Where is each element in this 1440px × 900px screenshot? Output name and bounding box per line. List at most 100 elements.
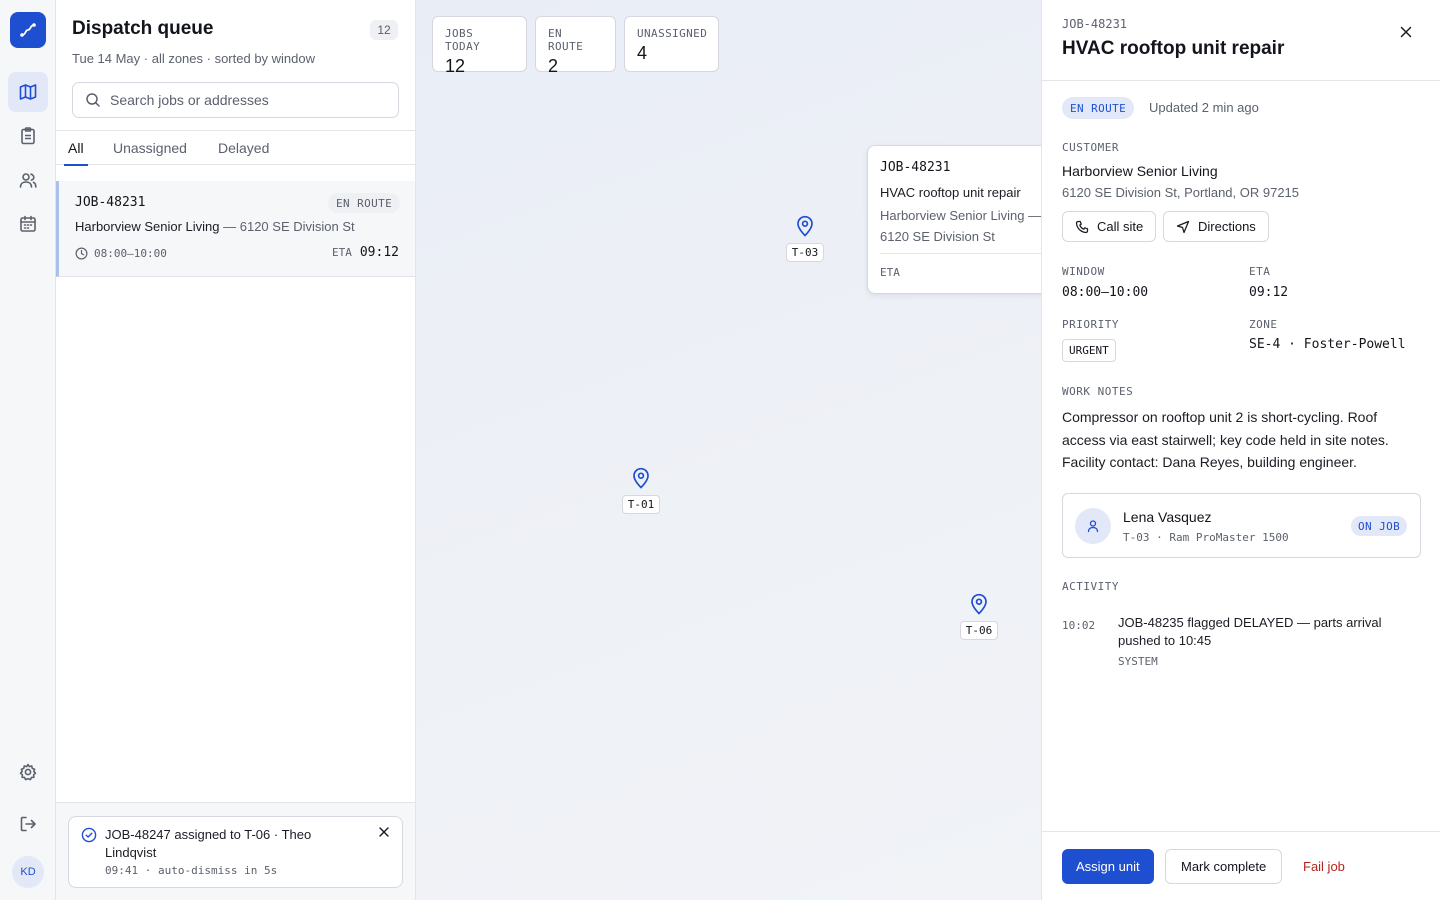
technician-name: Lena Vasquez: [1123, 509, 1212, 525]
toast-message: JOB-48247 assigned to T-06 · Theo Lindqv…: [105, 827, 312, 860]
map-icon: [19, 84, 37, 100]
technician-status-badge: ON JOB: [1351, 516, 1408, 536]
calendar-icon: [20, 215, 36, 232]
activity-text: JOB-48235 flagged DELAYED — parts arriva…: [1118, 615, 1382, 648]
map-pin-t03[interactable]: T-03: [784, 215, 826, 262]
search-icon: [86, 93, 100, 107]
popup-job-address: Harborview Senior Living — 6120 SE Divis…: [880, 208, 1041, 244]
phone-icon: [1075, 220, 1089, 233]
toast: JOB-48247 assigned to T-06 · Theo Lindqv…: [68, 816, 403, 888]
toast-region: JOB-48247 assigned to T-06 · Theo Lindqv…: [56, 802, 415, 900]
eta-label: ETA: [1249, 265, 1271, 278]
dispatch-map[interactable]: JOBS TODAY 12 EN ROUTE 2 UNASSIGNED 4 T-…: [416, 0, 1041, 900]
job-customer-line: Harborview Senior Living — 6120 SE Divis…: [75, 219, 355, 234]
check-circle-icon: [81, 827, 97, 843]
gear-icon: [19, 763, 37, 781]
assign-unit-button[interactable]: Assign unit: [1062, 849, 1154, 884]
map-job-popup[interactable]: JOB-48231 HVAC rooftop unit repair Harbo…: [867, 145, 1041, 294]
nav-map-button[interactable]: [8, 72, 48, 112]
search-box: [72, 82, 399, 118]
notes-label: WORK NOTES: [1062, 385, 1134, 398]
directions-label: Directions: [1198, 219, 1256, 234]
settings-button[interactable]: [8, 752, 48, 792]
tab-unassigned[interactable]: Unassigned: [113, 131, 187, 165]
route-logo-icon: [20, 23, 36, 37]
fail-job-button[interactable]: Fail job: [1303, 849, 1345, 884]
call-site-label: Call site: [1097, 219, 1144, 234]
map-pin-icon: [633, 467, 649, 489]
customer-address: 6120 SE Division St, Portland, OR 97215: [1062, 185, 1300, 200]
users-icon: [19, 173, 37, 188]
user-avatar[interactable]: KD: [12, 856, 44, 888]
detail-actions: Assign unit Mark complete Fail job: [1042, 831, 1440, 900]
stat-jobs-today: JOBS TODAY 12: [432, 16, 527, 76]
technician-meta: T-03 · Ram ProMaster 1500: [1123, 531, 1289, 544]
nav-rail: KD: [0, 0, 56, 900]
logout-button[interactable]: [8, 804, 48, 844]
popup-eta-label: ETA: [880, 266, 900, 279]
detail-status-badge: EN ROUTE: [1062, 97, 1135, 119]
dispatch-queue-panel: Dispatch queue 12 Tue 14 May · all zones…: [56, 0, 416, 900]
map-pin-t01[interactable]: T-01: [620, 467, 662, 514]
close-detail-button[interactable]: [1396, 22, 1416, 42]
nav-calendar-button[interactable]: [8, 204, 48, 244]
clipboard-icon: [21, 127, 35, 145]
stat-en-route: EN ROUTE 2: [535, 16, 616, 76]
job-window: 08:00–10:00: [75, 247, 167, 260]
tab-delayed[interactable]: Delayed: [218, 131, 269, 165]
toast-meta: 09:41 · auto-dismiss in 5s: [105, 864, 278, 877]
queue-count-badge: 12: [370, 20, 398, 40]
activity-time: 10:02: [1062, 619, 1096, 632]
call-site-button[interactable]: Call site: [1062, 211, 1157, 242]
stat-label: EN ROUTE: [548, 27, 584, 53]
priority-label: PRIORITY: [1062, 318, 1119, 331]
toast-close-icon[interactable]: [378, 826, 390, 838]
job-card[interactable]: JOB-48231 EN ROUTE Harborview Senior Liv…: [56, 181, 415, 277]
popup-job-id: JOB-48231: [880, 160, 951, 175]
activity-source: SYSTEM: [1118, 655, 1158, 668]
job-eta: ETA 09:12: [332, 245, 399, 260]
close-icon: [1400, 26, 1412, 38]
zone-label: ZONE: [1249, 318, 1278, 331]
assigned-technician-card[interactable]: Lena Vasquez T-03 · Ram ProMaster 1500 O…: [1062, 493, 1421, 558]
detail-updated: Updated 2 min ago: [1149, 100, 1259, 115]
map-pin-icon: [971, 593, 987, 615]
stat-value: 4: [637, 43, 648, 63]
zone-value: SE-4 · Foster-Powell: [1249, 337, 1406, 352]
nav-technicians-button[interactable]: [8, 160, 48, 200]
job-customer: Harborview Senior Living: [75, 219, 220, 234]
customer-label: CUSTOMER: [1062, 141, 1119, 154]
pin-label: T-01: [621, 495, 661, 514]
pin-label: T-06: [959, 621, 999, 640]
tab-all[interactable]: All: [64, 131, 88, 166]
status-badge: EN ROUTE: [328, 193, 401, 213]
search-input[interactable]: [110, 92, 390, 108]
navigation-arrow-icon: [1176, 220, 1190, 233]
map-pin-icon: [797, 215, 813, 237]
stat-label: UNASSIGNED: [637, 27, 708, 40]
nav-jobs-button[interactable]: [8, 116, 48, 156]
detail-header: JOB-48231 HVAC rooftop unit repair: [1042, 0, 1440, 81]
popup-divider: [880, 253, 1041, 254]
job-eta-value: 09:12: [359, 245, 399, 260]
clock-icon: [75, 247, 88, 260]
app-logo[interactable]: [10, 12, 46, 48]
job-detail-panel: JOB-48231 HVAC rooftop unit repair EN RO…: [1041, 0, 1440, 900]
priority-badge: URGENT: [1062, 339, 1116, 362]
window-label: WINDOW: [1062, 265, 1105, 278]
pin-label: T-03: [785, 243, 825, 262]
work-notes: Compressor on rooftop unit 2 is short-cy…: [1062, 409, 1389, 470]
window-value: 08:00–10:00: [1062, 285, 1149, 300]
directions-button[interactable]: Directions: [1163, 211, 1269, 242]
queue-tabs: All Unassigned Delayed: [56, 130, 415, 166]
job-address: — 6120 SE Division St: [219, 219, 355, 234]
map-pin-t06[interactable]: T-06: [958, 593, 1000, 640]
job-id: JOB-48231: [75, 195, 146, 210]
logout-icon: [20, 816, 36, 832]
user-icon: [1087, 520, 1099, 533]
customer-name: Harborview Senior Living: [1062, 163, 1218, 179]
popup-job-title: HVAC rooftop unit repair: [880, 185, 1021, 200]
eta-value: 09:12: [1249, 285, 1289, 300]
mark-complete-button[interactable]: Mark complete: [1165, 849, 1283, 884]
activity-label: ACTIVITY: [1062, 580, 1119, 593]
